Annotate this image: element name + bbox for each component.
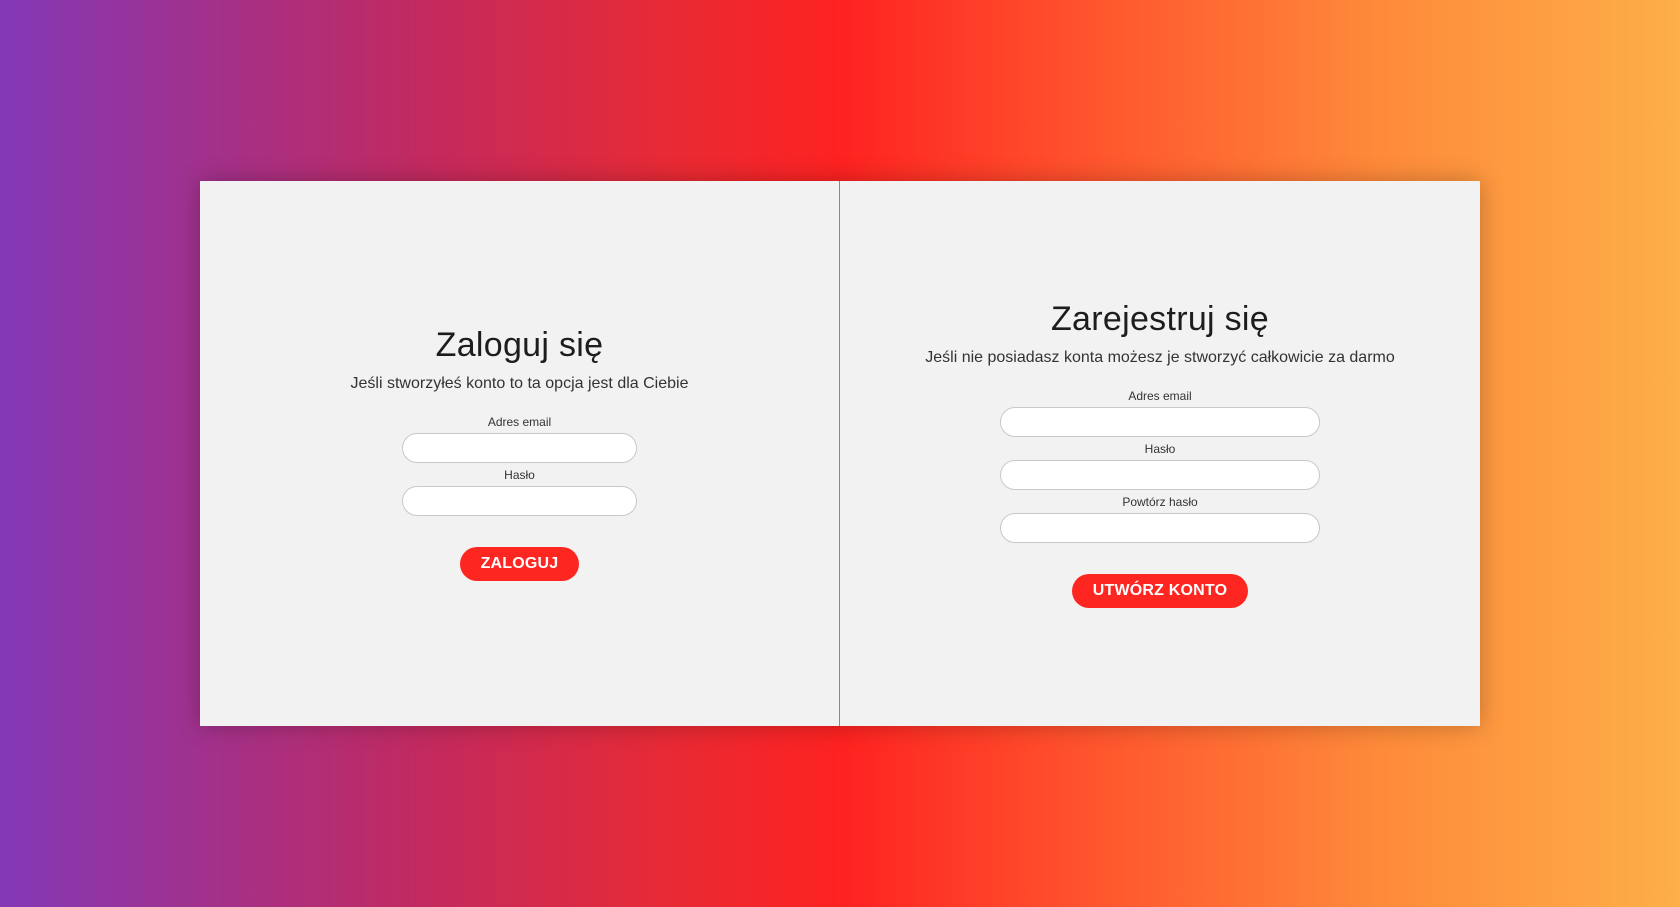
register-password-label: Hasło — [1144, 441, 1176, 456]
register-repeat-password-label: Powtórz hasło — [1122, 494, 1198, 509]
register-email-field: Adres email — [1000, 389, 1320, 437]
auth-card: Zaloguj się Jeśli stworzyłeś konto to ta… — [200, 181, 1480, 726]
login-password-input[interactable] — [402, 486, 637, 516]
login-panel: Zaloguj się Jeśli stworzyłeś konto to ta… — [200, 181, 840, 726]
login-email-input[interactable] — [402, 433, 637, 463]
register-title: Zarejestruj się — [1050, 299, 1269, 338]
register-repeat-password-field: Powtórz hasło — [1000, 495, 1320, 543]
login-email-label: Adres email — [487, 415, 552, 429]
login-password-field: Hasło — [402, 468, 637, 516]
register-panel: Zarejestruj się Jeśli nie posiadasz kont… — [840, 181, 1480, 726]
register-email-input[interactable] — [1000, 406, 1320, 437]
register-email-label: Adres email — [1128, 388, 1192, 403]
register-repeat-password-input[interactable] — [1000, 512, 1320, 543]
register-password-field: Hasło — [1000, 442, 1320, 490]
login-title: Zaloguj się — [435, 326, 604, 364]
login-password-label: Hasło — [504, 468, 535, 482]
login-button[interactable]: ZALOGUJ — [459, 547, 580, 581]
login-subtitle: Jeśli stworzyłeś konto to ta opcja jest … — [350, 375, 689, 392]
login-email-field: Adres email — [402, 415, 637, 463]
register-password-input[interactable] — [1000, 459, 1320, 490]
create-account-button[interactable]: UTWÓRZ KONTO — [1071, 573, 1249, 608]
register-subtitle: Jeśli nie posiadasz konta możesz je stwo… — [925, 348, 1395, 366]
